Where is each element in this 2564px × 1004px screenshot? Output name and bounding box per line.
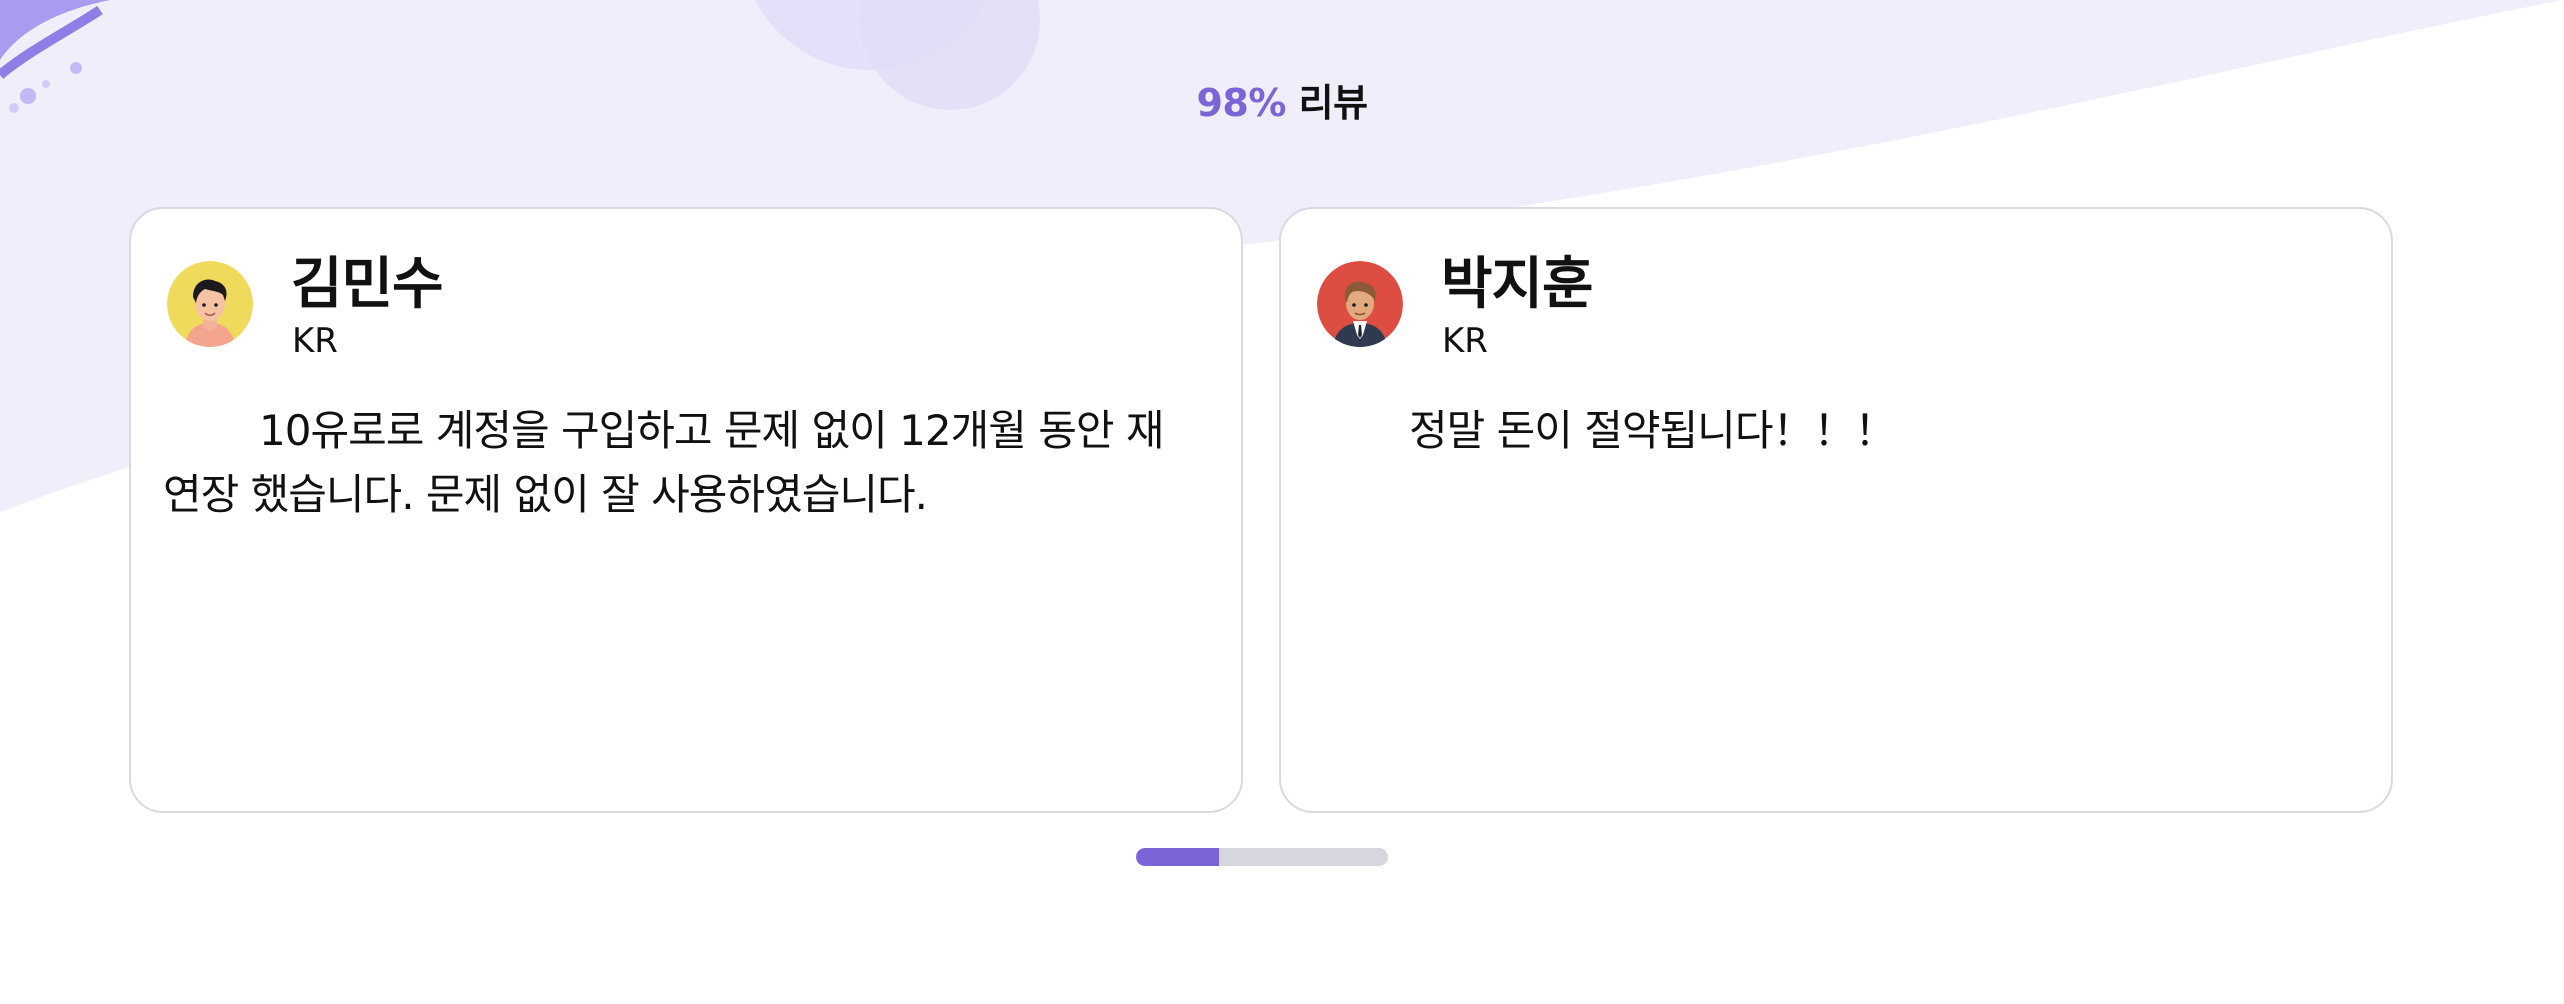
carousel-progress-bar[interactable] — [1136, 848, 1388, 866]
review-text: 10유로로 계정을 구입하고 문제 없이 12개월 동안 재 연장 했습니다. … — [163, 406, 1165, 519]
avatar-man-yellow-icon — [167, 261, 253, 347]
reviewer-name: 김민수 — [291, 252, 444, 317]
carousel-progress-fill — [1136, 848, 1220, 866]
reviews-section: 98% 리뷰 김민수 KR 10유로로 계정을 구입하고 문제 없이 12개월 … — [0, 0, 2564, 1004]
review-text: 정말 돈이 절약됩니다！！！ — [1409, 406, 1896, 455]
review-card: 박지훈 KR 정말 돈이 절약됩니다！！！ — [1279, 207, 2393, 813]
section-title-label: 리뷰 — [1285, 81, 1368, 125]
section-title: 98% 리뷰 — [0, 72, 2564, 127]
reviewer-country: KR — [292, 321, 338, 361]
reviewer-name: 박지훈 — [1441, 252, 1594, 317]
reviewer-country: KR — [1442, 321, 1488, 361]
rating-percent: 98% — [1196, 81, 1286, 125]
review-card: 김민수 KR 10유로로 계정을 구입하고 문제 없이 12개월 동안 재 연장… — [129, 207, 1243, 813]
avatar-man-red-icon — [1317, 261, 1403, 347]
